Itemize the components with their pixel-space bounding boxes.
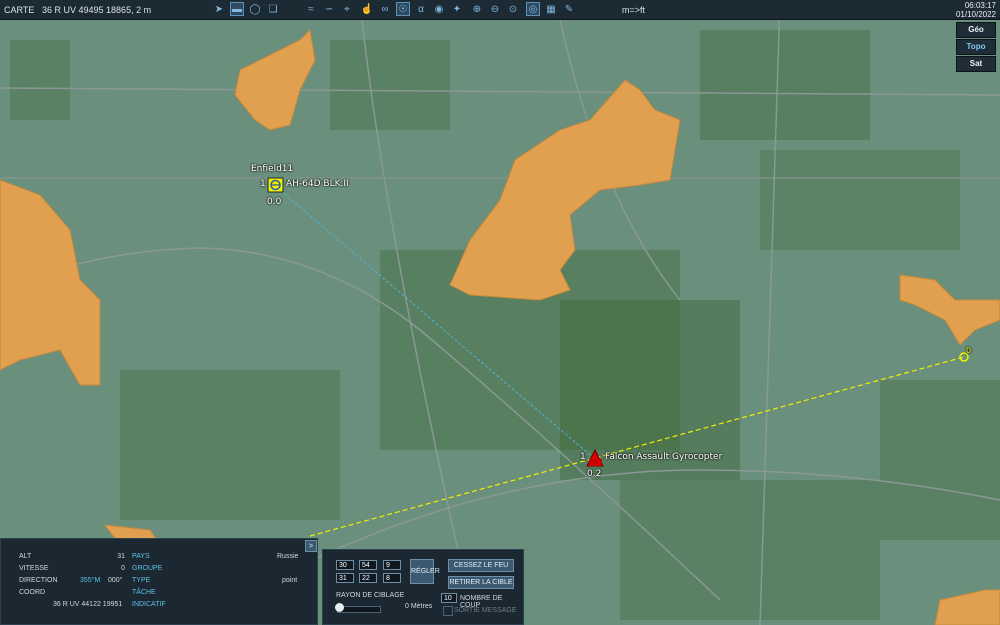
alt-value: 31 xyxy=(117,553,125,560)
waypoint-label: 0 xyxy=(966,346,972,355)
coord-label: COORD xyxy=(19,589,46,596)
map-title: CARTE xyxy=(4,5,35,15)
speed-label: VITESSE xyxy=(19,565,49,572)
map-view[interactable] xyxy=(0,0,1000,625)
fire-control-panel: 30 54 9 31 22 8 RÉGLER CESSEZ LE FEU RET… xyxy=(322,549,524,625)
radius-value: 0 Mètres xyxy=(405,603,433,610)
wifi-icon[interactable]: ☝ xyxy=(360,2,374,16)
target-icon[interactable]: ⌖ xyxy=(340,2,354,16)
clock-time: 06:03:17 xyxy=(964,1,996,10)
country-label: PAYS xyxy=(132,553,150,560)
ruler-icon[interactable]: ▬ xyxy=(230,2,244,16)
grid-icon[interactable]: ▦ xyxy=(544,2,558,16)
task-label: TÂCHE xyxy=(132,589,156,596)
unit-toggle[interactable]: m=>ft xyxy=(622,5,645,15)
target-value-label: 0.2 xyxy=(587,469,602,479)
map-type-topo[interactable]: Topo xyxy=(956,39,996,55)
expand-panel-button[interactable]: > xyxy=(305,540,317,552)
alpha-icon[interactable]: α xyxy=(414,2,428,16)
heli-group-label: Enfield11 xyxy=(251,164,294,174)
clock-date: 01/10/2022 xyxy=(955,10,996,19)
target-count-label: 1 xyxy=(580,452,586,462)
type-value: point xyxy=(282,577,298,584)
country-value: Russie xyxy=(277,553,299,560)
helicopter-icon[interactable] xyxy=(267,177,284,193)
speed-value: 0 xyxy=(121,565,125,572)
lon-sec-input[interactable]: 8 xyxy=(383,573,401,583)
radius-slider-handle[interactable] xyxy=(335,603,344,612)
layers-icon[interactable]: ❏ xyxy=(266,2,280,16)
clock: 06:03:17 01/10/2022 xyxy=(956,1,996,19)
lat-min-input[interactable]: 54 xyxy=(359,560,377,570)
lon-deg-input[interactable]: 31 xyxy=(336,573,354,583)
lon-min-input[interactable]: 22 xyxy=(359,573,377,583)
signal-icon[interactable]: ≈ xyxy=(304,2,318,16)
pencil-icon[interactable]: ✎ xyxy=(562,2,576,16)
message-checkbox[interactable] xyxy=(443,606,453,616)
direction-true: 000° xyxy=(108,577,123,584)
targeting-radius-label: RAYON DE CIBLAGE xyxy=(336,592,405,599)
lat-deg-input[interactable]: 30 xyxy=(336,560,354,570)
route-icon[interactable]: ∽ xyxy=(322,2,336,16)
map-type-sat[interactable]: Sat xyxy=(956,56,996,72)
target-name-label: Falcon Assault Gyrocopter xyxy=(605,452,723,462)
zoom-in-icon[interactable]: ⊕ xyxy=(470,2,484,16)
direction-label: DIRECTION xyxy=(19,577,58,584)
unit-info-panel: ALT 31 VITESSE 0 DIRECTION 355°M 000° CO… xyxy=(0,538,318,625)
direction-magnetic: 355°M xyxy=(80,577,101,584)
compass-icon[interactable]: ✦ xyxy=(450,2,464,16)
type-label: TYPE xyxy=(132,577,151,584)
callsign-label: INDICATIF xyxy=(132,601,166,608)
heli-value-label: 0.0 xyxy=(267,197,282,207)
top-toolbar: CARTE 36 R UV 49495 18865, 2 m ➤ ▬ ◯ ❏ ≈… xyxy=(0,0,1000,20)
lasso-icon[interactable]: ∞ xyxy=(378,2,392,16)
message-label: SORTIE MESSAGE xyxy=(454,607,517,614)
cease-fire-button[interactable]: CESSEZ LE FEU xyxy=(448,559,514,572)
heli-count-label: 1 xyxy=(260,179,266,189)
map-type-geo[interactable]: Géo xyxy=(956,22,996,38)
alt-label: ALT xyxy=(19,553,32,560)
cursor-icon[interactable]: ➤ xyxy=(212,2,226,16)
radar-icon[interactable]: ☉ xyxy=(396,2,410,16)
shots-input[interactable]: 10 xyxy=(441,593,457,603)
eye-icon[interactable]: ◉ xyxy=(432,2,446,16)
remove-target-button[interactable]: RETIRER LA CIBLE xyxy=(448,576,514,589)
lat-sec-input[interactable]: 9 xyxy=(383,560,401,570)
coord-value: 36 R UV 44122 19951 xyxy=(53,601,123,608)
zoom-fit-icon[interactable]: ⊙ xyxy=(506,2,520,16)
set-button[interactable]: RÉGLER xyxy=(410,559,440,584)
cursor-coordinates: 36 R UV 49495 18865, 2 m xyxy=(42,5,152,15)
radar-sweep-icon[interactable]: ◎ xyxy=(526,2,540,16)
circle-icon[interactable]: ◯ xyxy=(248,2,262,16)
zoom-out-icon[interactable]: ⊖ xyxy=(488,2,502,16)
group-label: GROUPE xyxy=(132,565,163,572)
heli-name-label: AH-64D BLK.II xyxy=(286,179,349,189)
